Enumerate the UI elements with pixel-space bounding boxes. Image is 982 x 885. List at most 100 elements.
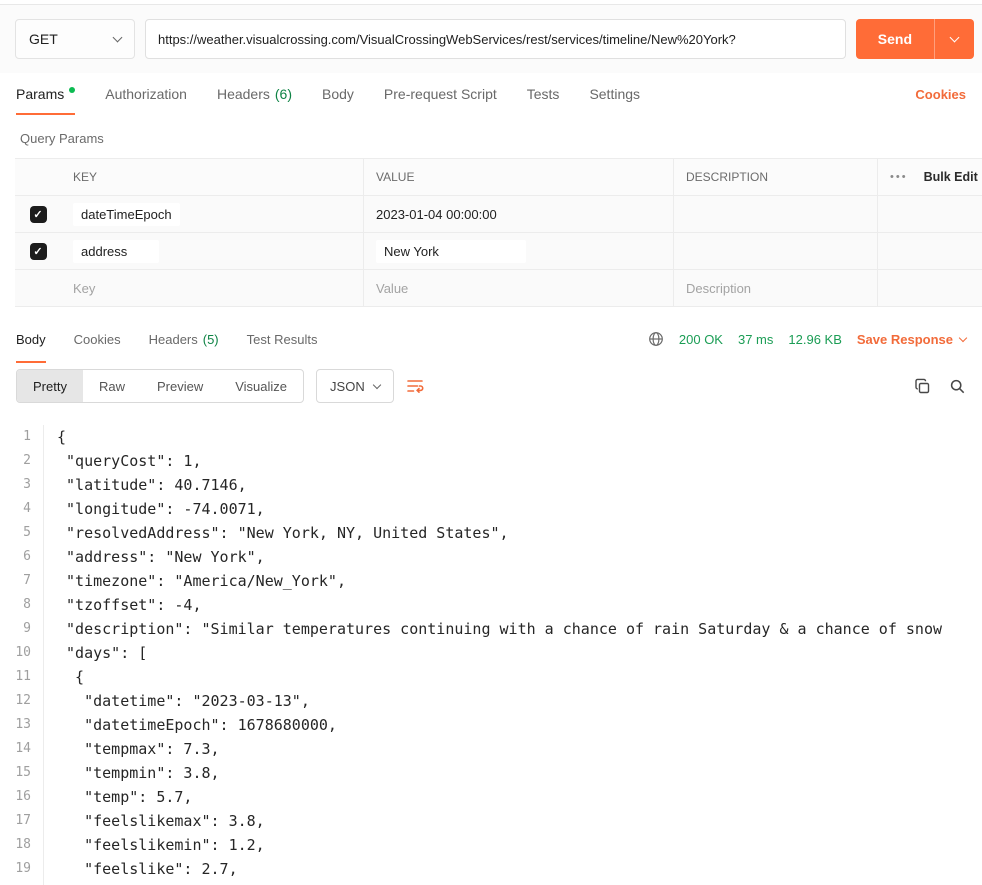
code-line-number: 3 (23, 477, 31, 492)
search-icon[interactable] (949, 378, 966, 395)
code-line: "dew": 3.1, (57, 881, 942, 885)
code-line-number: 4 (23, 501, 31, 516)
tab-label: Params (16, 86, 65, 102)
param-value-input[interactable]: New York (376, 239, 526, 263)
param-row: dateTimeEpoch 2023-01-04 00:00:00 (15, 196, 982, 233)
chevron-down-icon (949, 32, 960, 43)
format-dropdown[interactable]: JSON (316, 369, 394, 403)
column-key: KEY (73, 170, 98, 184)
more-options-icon[interactable] (890, 171, 908, 183)
response-tab-cookies[interactable]: Cookies (74, 315, 121, 363)
send-button[interactable]: Send (855, 19, 934, 59)
code-line: "days": [ (57, 644, 148, 662)
response-body-viewer[interactable]: 1234567891011121314151617181920 { "query… (0, 419, 982, 885)
view-tab-pretty[interactable]: Pretty (17, 370, 83, 402)
method-label: GET (29, 31, 58, 47)
response-headers-count: (5) (202, 331, 219, 347)
status-badge[interactable]: 200 OK (679, 332, 723, 347)
response-tab-headers[interactable]: Headers (5) (149, 315, 219, 363)
view-tab-raw[interactable]: Raw (83, 370, 141, 402)
tab-label: Cookies (73, 331, 121, 347)
tab-label: Body (322, 86, 354, 102)
url-input[interactable] (145, 19, 846, 59)
code-line-number: 1 (23, 429, 31, 444)
code-line: "resolvedAddress": "New York, NY, United… (57, 524, 509, 542)
code-line: "feelslikemax": 3.8, (57, 812, 265, 830)
tab-settings[interactable]: Settings (589, 73, 640, 115)
line-numbers: 1234567891011121314151617181920 (0, 425, 44, 885)
code-line: "longitude": -74.0071, (57, 500, 265, 518)
send-options-button[interactable] (934, 19, 974, 59)
wrap-text-icon[interactable] (406, 377, 424, 395)
tab-tests[interactable]: Tests (527, 73, 560, 115)
code-line: "tzoffset": -4, (57, 596, 202, 614)
code-line: "address": "New York", (57, 548, 265, 566)
tab-label: Authorization (105, 86, 187, 102)
view-mode-switcher: Pretty Raw Preview Visualize (16, 369, 305, 403)
params-table: KEY VALUE DESCRIPTION Bulk Edit dateTime… (15, 158, 982, 307)
tab-label: Body (16, 331, 46, 347)
tab-label: Pre-request Script (383, 86, 497, 102)
response-tab-body[interactable]: Body (16, 315, 46, 363)
code-line: { (57, 428, 67, 446)
code-line: "queryCost": 1, (57, 452, 202, 470)
code-line-number: 7 (23, 573, 31, 588)
param-value-input[interactable]: Value (376, 281, 408, 296)
bulk-edit-button[interactable]: Bulk Edit (924, 170, 978, 184)
view-tab-visualize[interactable]: Visualize (219, 370, 303, 402)
response-size[interactable]: 12.96 KB (788, 332, 842, 347)
tab-pre-request-script[interactable]: Pre-request Script (384, 73, 497, 115)
param-description-input[interactable] (673, 196, 877, 232)
param-value-input[interactable]: 2023-01-04 00:00:00 (376, 207, 497, 222)
tab-headers[interactable]: Headers (6) (217, 73, 292, 115)
param-empty-row: Key Value Description (15, 270, 982, 307)
tab-params[interactable]: Params (16, 73, 76, 115)
header-checkbox-cell (15, 159, 61, 195)
tab-label: Test Results (246, 331, 318, 347)
param-key-input[interactable]: address (73, 239, 159, 263)
send-button-group: Send (855, 19, 974, 59)
param-row: address New York (15, 233, 982, 270)
postman-app: GET Send Params Authorization Headers (6… (0, 0, 982, 885)
response-tab-test-results[interactable]: Test Results (247, 315, 318, 363)
format-label: JSON (330, 378, 365, 394)
view-tab-preview[interactable]: Preview (141, 370, 219, 402)
globe-icon[interactable] (648, 331, 664, 347)
code-line-number: 6 (23, 549, 31, 564)
param-key-input[interactable]: dateTimeEpoch (73, 202, 180, 226)
param-description-input[interactable]: Description (686, 281, 751, 296)
checkbox-checked-icon[interactable] (29, 205, 47, 223)
tab-body[interactable]: Body (322, 73, 354, 115)
tab-label: Settings (589, 86, 641, 102)
code-line: "datetime": "2023-03-13", (57, 692, 310, 710)
code-line: "latitude": 40.7146, (57, 476, 247, 494)
cookies-link[interactable]: Cookies (915, 87, 966, 102)
column-value: VALUE (363, 159, 673, 195)
code-line-number: 16 (15, 789, 31, 804)
tab-authorization[interactable]: Authorization (105, 73, 187, 115)
code-line-number: 11 (15, 669, 31, 684)
code-line-number: 20 (0, 881, 31, 885)
code-line-number: 17 (15, 813, 31, 828)
checkbox-checked-icon[interactable] (29, 242, 47, 260)
code-line-number: 10 (15, 645, 31, 660)
code-line: "feelslike": 2.7, (57, 860, 238, 878)
param-description-input[interactable] (673, 233, 877, 269)
copy-icon[interactable] (914, 378, 931, 395)
tab-label: Headers (148, 331, 198, 347)
method-dropdown[interactable]: GET (15, 19, 135, 59)
params-modified-dot (69, 87, 76, 93)
code-line: "datetimeEpoch": 1678680000, (57, 716, 337, 734)
code-line-number: 19 (15, 861, 31, 876)
code-line: "feelslikemin": 1.2, (57, 836, 265, 854)
chevron-down-icon (372, 380, 381, 389)
response-time[interactable]: 37 ms (738, 332, 773, 347)
tab-label: Headers (216, 86, 270, 102)
save-response-button[interactable]: Save Response (857, 332, 968, 347)
param-key-input[interactable]: Key (73, 281, 95, 296)
tab-label: Tests (526, 86, 560, 102)
code-line-number: 13 (15, 717, 31, 732)
query-params-label: Query Params (20, 131, 104, 146)
code-line-number: 8 (23, 597, 31, 612)
code-line-number: 9 (23, 621, 31, 636)
